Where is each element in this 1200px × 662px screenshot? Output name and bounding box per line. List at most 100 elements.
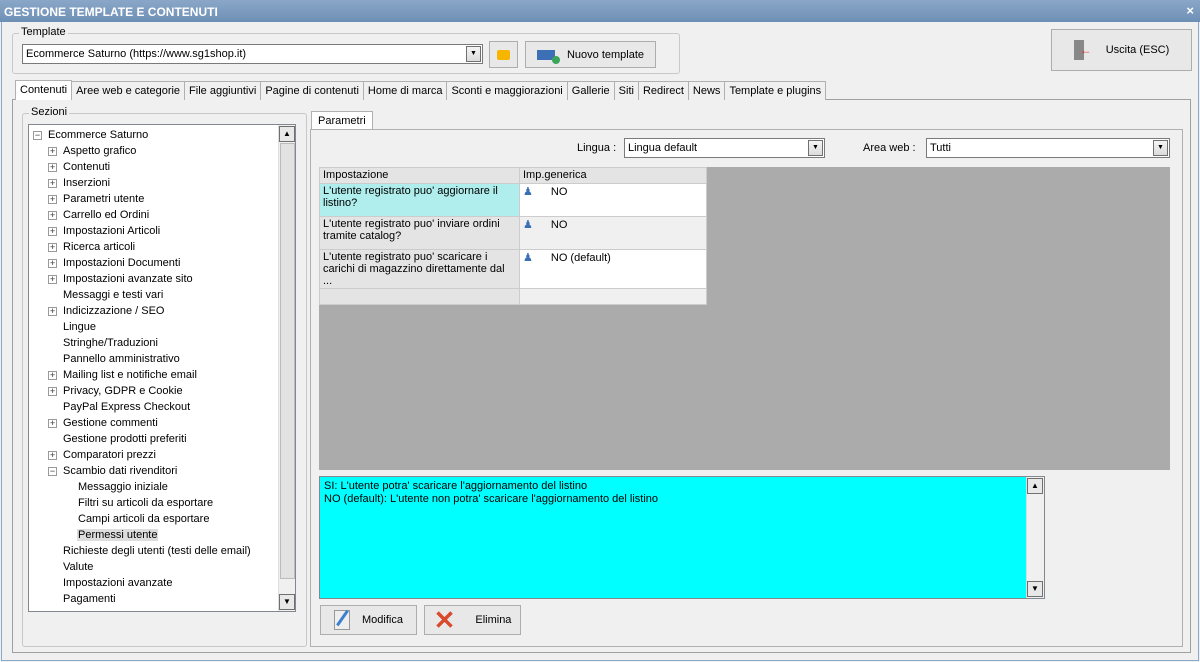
scroll-down-icon[interactable]: ▼ — [279, 594, 295, 610]
setting-cell[interactable]: L'utente registrato puo' aggiornare il l… — [319, 183, 520, 217]
expand-icon[interactable]: + — [48, 371, 57, 380]
tree-node[interactable]: + Impostazioni Documenti — [48, 255, 181, 271]
expand-icon[interactable]: + — [48, 163, 57, 172]
tab-contenuti[interactable]: Contenuti — [15, 80, 73, 100]
tree-node[interactable]: + Privacy, GDPR e Cookie — [48, 383, 184, 399]
area-web-value: Tutti — [930, 142, 951, 154]
setting-cell[interactable]: L'utente registrato puo' scaricare i car… — [319, 249, 520, 289]
lingua-select[interactable]: Lingua default ▼ — [624, 138, 825, 158]
tab-gallerie[interactable]: Gallerie — [566, 81, 615, 100]
tab-pagine-di-contenuti[interactable]: Pagine di contenuti — [260, 81, 364, 100]
collapse-icon[interactable]: − — [48, 467, 57, 476]
chevron-down-icon[interactable]: ▼ — [466, 46, 481, 62]
chevron-down-icon[interactable]: ▼ — [808, 140, 823, 156]
expand-icon[interactable]: + — [48, 307, 57, 316]
tab-news[interactable]: News — [687, 81, 726, 100]
tree-node[interactable]: − Ecommerce Saturno — [33, 127, 149, 143]
tree-node[interactable]: Gestione prodotti preferiti — [62, 431, 188, 447]
tree-node[interactable]: + Impostazioni avanzate sito — [48, 271, 194, 287]
tree-node[interactable]: + Aspetto grafico — [48, 143, 137, 159]
tree-node[interactable]: Permessi utente — [77, 527, 159, 543]
tree-node[interactable]: + Inserzioni — [48, 175, 111, 191]
table-row[interactable]: L'utente registrato puo' inviare ordini … — [319, 216, 707, 250]
expand-icon[interactable]: + — [48, 387, 57, 396]
expand-icon[interactable]: + — [48, 243, 57, 252]
template-select[interactable]: Ecommerce Saturno (https://www.sg1shop.i… — [22, 44, 483, 64]
tab-template-e-plugins[interactable]: Template e plugins — [724, 81, 827, 100]
tree-node[interactable]: Impostazioni avanzate — [62, 575, 173, 591]
scroll-up-icon[interactable]: ▲ — [279, 126, 295, 142]
value-cell[interactable]: ♟ NO (default) — [519, 249, 707, 289]
tree-node-label: Campi articoli da esportare — [78, 513, 210, 525]
tree-node[interactable]: Stringhe/Traduzioni — [62, 335, 159, 351]
tree-node[interactable]: Filtri su articoli da esportare — [77, 495, 214, 511]
tab-siti[interactable]: Siti — [613, 81, 639, 100]
expand-icon[interactable]: + — [48, 179, 57, 188]
tree-node-label: Privacy, GDPR e Cookie — [63, 385, 183, 397]
column-header[interactable]: Imp.generica — [519, 167, 707, 184]
scroll-thumb[interactable] — [280, 143, 295, 579]
tree-node[interactable]: Valute — [62, 559, 94, 575]
expand-icon[interactable]: + — [48, 211, 57, 220]
tree-node[interactable]: + Parametri utente — [48, 191, 145, 207]
sections-tree[interactable]: − Ecommerce Saturno + Aspetto grafico + Conte… — [28, 124, 296, 612]
new-template-button[interactable]: Nuovo template — [525, 41, 656, 68]
close-icon[interactable]: × — [1186, 3, 1194, 18]
description-box[interactable]: SI: L'utente potra' scaricare l'aggiorna… — [319, 476, 1045, 599]
expand-icon[interactable]: + — [48, 275, 57, 284]
expand-icon[interactable]: + — [48, 147, 57, 156]
value-cell[interactable]: ♟ NO — [519, 216, 707, 250]
tree-node[interactable]: Richieste degli utenti (testi delle emai… — [62, 543, 252, 559]
delete-button[interactable]: ✕ Elimina — [424, 605, 521, 635]
value-cell[interactable]: ♟ NO — [519, 183, 707, 217]
expand-icon[interactable]: + — [48, 195, 57, 204]
open-template-button[interactable] — [489, 41, 518, 68]
expand-icon[interactable]: + — [48, 259, 57, 268]
edit-button[interactable]: Modifica — [320, 605, 417, 635]
tree-node[interactable]: + Carrello ed Ordini — [48, 207, 150, 223]
tree-node[interactable]: − Scambio dati rivenditori — [48, 463, 178, 479]
expand-icon[interactable]: + — [48, 419, 57, 428]
collapse-icon[interactable]: − — [33, 131, 42, 140]
tree-scrollbar[interactable]: ▲ ▼ — [278, 125, 295, 611]
tree-node[interactable]: + Ricerca articoli — [48, 239, 136, 255]
tree-node-label: Mailing list e notifiche email — [63, 369, 197, 381]
tab-parametri[interactable]: Parametri — [311, 111, 373, 129]
tree-node[interactable]: Pagamenti — [62, 591, 117, 607]
description-line: SI: L'utente potra' scaricare l'aggiorna… — [324, 480, 588, 492]
user-group-icon: ♟ — [523, 219, 533, 231]
tab-aree-web-e-categorie[interactable]: Aree web e categorie — [71, 81, 186, 100]
area-web-select[interactable]: Tutti ▼ — [926, 138, 1170, 158]
table-row[interactable]: L'utente registrato puo' aggiornare il l… — [319, 183, 707, 217]
tree-node[interactable]: + Mailing list e notifiche email — [48, 367, 198, 383]
expand-icon[interactable]: + — [48, 227, 57, 236]
tree-node[interactable]: Lingue — [62, 319, 97, 335]
tree-node[interactable]: + Indicizzazione / SEO — [48, 303, 166, 319]
tree-node[interactable]: + Comparatori prezzi — [48, 447, 157, 463]
column-header[interactable]: Impostazione — [319, 167, 520, 184]
tree-node[interactable]: Messaggi e testi vari — [62, 287, 164, 303]
setting-cell[interactable]: L'utente registrato puo' inviare ordini … — [319, 216, 520, 250]
tree-node[interactable]: PayPal Express Checkout — [62, 399, 191, 415]
scroll-up-icon[interactable]: ▲ — [1027, 478, 1043, 494]
tab-sconti-e-maggiorazioni[interactable]: Sconti e maggiorazioni — [446, 81, 568, 100]
tab-file-aggiuntivi[interactable]: File aggiuntivi — [184, 81, 262, 100]
tab-home-di-marca[interactable]: Home di marca — [362, 81, 448, 100]
tree-node[interactable]: Pannello amministrativo — [62, 351, 181, 367]
description-scrollbar[interactable]: ▲ ▼ — [1026, 477, 1044, 598]
chevron-down-icon[interactable]: ▼ — [1153, 140, 1168, 156]
tree-node[interactable]: Campi articoli da esportare — [77, 511, 210, 527]
exit-button[interactable]: ← Uscita (ESC) — [1051, 29, 1192, 71]
tree-node[interactable]: + Impostazioni Articoli — [48, 223, 161, 239]
tree-node[interactable]: + Contenuti — [48, 159, 111, 175]
expand-icon[interactable]: + — [48, 451, 57, 460]
tree-node[interactable]: Messaggio iniziale — [77, 479, 169, 495]
tab-redirect[interactable]: Redirect — [637, 81, 689, 100]
tree-node-label: Scambio dati rivenditori — [63, 465, 178, 477]
table-row[interactable]: L'utente registrato puo' scaricare i car… — [319, 249, 707, 289]
tree-node[interactable]: + Gestione commenti — [48, 415, 159, 431]
value-text: NO (default) — [550, 252, 611, 264]
scroll-down-icon[interactable]: ▼ — [1027, 581, 1043, 597]
tree-node-label: Messaggi e testi vari — [63, 289, 164, 301]
tree-node-label: Impostazioni Articoli — [63, 225, 161, 237]
